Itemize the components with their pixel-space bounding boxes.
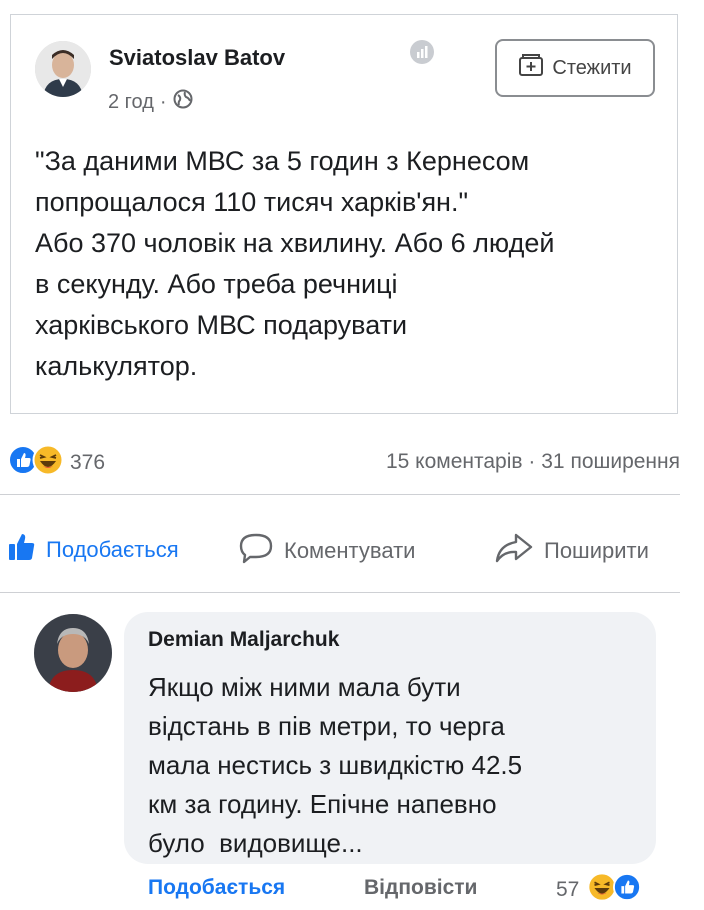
comment-bubble: Demian Maljarchuk Якщо між ними мала бут… (124, 612, 656, 864)
like-button[interactable]: Подобається (8, 532, 179, 568)
haha-reaction-icon (32, 444, 64, 481)
globe-icon (173, 89, 193, 115)
engagement-separator: · (528, 450, 536, 473)
comment-text-line: було видовище... (148, 828, 363, 858)
follow-label: Стежити (552, 56, 632, 79)
comment-text-line: км за годину. Епічне напевно (148, 789, 497, 819)
stats-icon[interactable] (409, 39, 435, 70)
comments-count-link[interactable]: 15 коментарів (386, 450, 523, 473)
follow-button[interactable]: Стежити (495, 39, 655, 97)
post-text-line: Або 370 чоловік на хвилину. Або 6 людей (35, 228, 555, 258)
commenter-avatar[interactable] (34, 614, 112, 692)
post-text: "За даними МВС за 5 годин з Кернесом поп… (35, 141, 655, 387)
comment-reactions[interactable]: 57 (556, 872, 642, 907)
thumbs-up-icon (8, 532, 36, 568)
share-button[interactable]: Поширити (494, 532, 649, 570)
comment-text-line: відстань в пів метри, то черга (148, 711, 505, 741)
comment-label: Коментувати (284, 538, 416, 563)
comment-text-line: мала нестись з швидкістю 42.5 (148, 750, 523, 780)
reaction-count: 376 (70, 450, 106, 474)
share-label: Поширити (544, 538, 649, 563)
comment-text-line: Якщо між ними мала бути (148, 672, 461, 702)
comment-reply-button[interactable]: Відповісти (364, 876, 477, 900)
follow-icon (518, 52, 544, 84)
post-meta: 2 год · (108, 89, 193, 115)
comment-bubble-icon (238, 532, 274, 570)
shares-count-link[interactable]: 31 поширення (541, 450, 680, 473)
engagement-counts: 15 коментарів · 31 поширення (386, 450, 680, 474)
post-text-line: попрощалося 110 тисяч харків'ян." (35, 187, 469, 217)
reactions-summary[interactable]: 376 (8, 444, 105, 481)
post-card: Sviatoslav Batov 2 год · Стежити "За дан… (10, 14, 678, 414)
post-text-line: в секунду. Або треба речниці (35, 269, 398, 299)
post-text-line: калькулятор. (35, 351, 198, 381)
like-label: Подобається (46, 537, 179, 562)
comment-author-name[interactable]: Demian Maljarchuk (148, 628, 339, 652)
comment-button[interactable]: Коментувати (238, 532, 415, 570)
like-reaction-icon (613, 873, 642, 906)
post-author-name[interactable]: Sviatoslav Batov (109, 45, 285, 71)
comment-text: Якщо між ними мала бути відстань в пів м… (148, 668, 522, 863)
divider (0, 494, 680, 495)
author-avatar[interactable] (35, 41, 91, 97)
meta-separator: · (159, 90, 167, 113)
post-time[interactable]: 2 год (108, 91, 154, 114)
post-text-line: харківського МВС подарувати (35, 310, 408, 340)
comment-reaction-count: 57 (556, 877, 580, 901)
divider (0, 592, 680, 593)
post-text-line: "За даними МВС за 5 годин з Кернесом (35, 146, 530, 176)
comment-like-button[interactable]: Подобається (148, 876, 285, 900)
share-arrow-icon (494, 532, 534, 570)
